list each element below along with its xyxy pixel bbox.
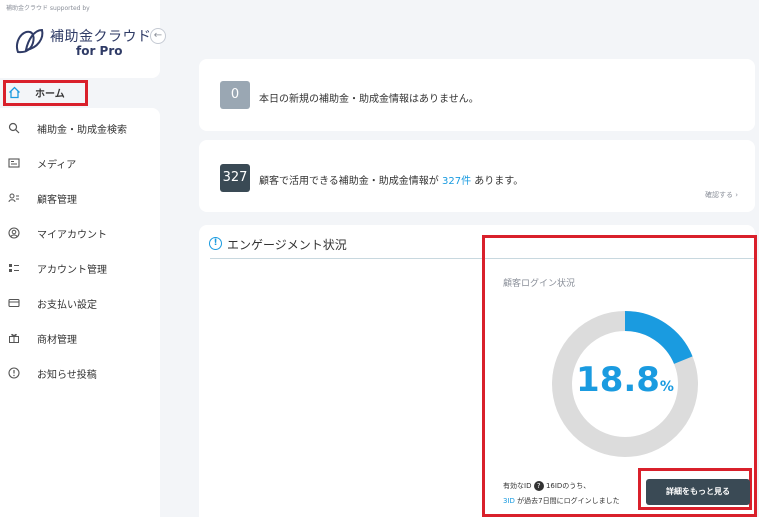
user-circle-icon (7, 226, 21, 240)
usable-info-prefix: 顧客で活用できる補助金・助成金情報が (259, 176, 439, 187)
login-status-title: 顧客ログイン状況 (503, 279, 576, 289)
users-icon (7, 191, 21, 205)
brand-header: 補助金クラウド supported by 補助金クラウド for Pro (0, 0, 160, 78)
brand-subtitle: for Pro (76, 44, 123, 58)
sidebar-item-label: 顧客管理 (37, 194, 77, 206)
login-rate-percent: 18.8% (560, 360, 690, 400)
sidebar-item-label: マイアカウント (37, 229, 107, 241)
credit-card-icon (7, 296, 21, 310)
valid-id-count: 16IDのうち、 (545, 482, 591, 490)
sidebar-item-label: お知らせ投稿 (37, 369, 97, 381)
brand-title: 補助金クラウド (50, 29, 152, 45)
new-info-count-badge: 0 (220, 81, 250, 109)
sidebar-item-products[interactable]: 商材管理 (0, 326, 160, 350)
gift-icon (7, 331, 21, 345)
alert-circle-icon (7, 366, 21, 380)
new-info-message: 本日の新規の補助金・助成金情報はありません。 (259, 94, 479, 105)
sidebar-item-label: 商材管理 (37, 334, 77, 346)
sidebar-item-label: メディア (37, 159, 77, 171)
usable-info-suffix: あります。 (474, 176, 524, 187)
brand-logo-icon[interactable] (12, 24, 46, 58)
info-icon: ! (209, 237, 222, 250)
engagement-title: エンゲージメント状況 (227, 238, 347, 252)
percent-unit: % (659, 379, 674, 395)
usable-info-card: 327 顧客で活用できる補助金・助成金情報が 327件 あります。 確認する › (199, 140, 755, 212)
sidebar-item-announcements[interactable]: お知らせ投稿 (0, 361, 160, 385)
view-details-button[interactable]: 詳細をもっと見る (646, 479, 750, 505)
arrow-left-icon: ← (153, 30, 163, 41)
sidebar-item-customers[interactable]: 顧客管理 (0, 186, 160, 210)
usable-count-link[interactable]: 327件 (442, 176, 471, 187)
sidebar-item-media[interactable]: メディア (0, 151, 160, 175)
newspaper-icon (7, 156, 21, 170)
collapse-sidebar-button[interactable]: ← (150, 28, 166, 44)
help-icon[interactable]: ? (533, 481, 544, 491)
sidebar-item-label: 補助金・助成金検索 (37, 124, 127, 136)
sidebar-item-label: アカウント管理 (37, 264, 107, 276)
sidebar-item-account-management[interactable]: アカウント管理 (0, 256, 160, 280)
logged-in-id-link[interactable]: 3ID (503, 497, 515, 505)
sidebar-menu: 補助金・助成金検索 メディア 顧客管理 マイアカウント アカウント管理 お支払い… (0, 108, 160, 517)
sidebar-item-subsidy-search[interactable]: 補助金・助成金検索 (0, 116, 160, 140)
home-highlight-box (3, 80, 88, 106)
search-icon (7, 121, 21, 135)
percent-value: 18.8 (576, 360, 660, 400)
usable-info-message: 顧客で活用できる補助金・助成金情報が 327件 あります。 (259, 172, 523, 187)
list-icon (7, 261, 21, 275)
valid-id-label: 有効なID (503, 482, 532, 490)
valid-id-stat: 有効なID ? 16IDのうち、 (503, 481, 590, 491)
login-id-stat: 3ID が過去7日間にログインしました (503, 496, 620, 506)
sidebar-item-my-account[interactable]: マイアカウント (0, 221, 160, 245)
sidebar-item-label: お支払い設定 (37, 299, 97, 311)
login-id-text: が過去7日間にログインしました (517, 497, 620, 505)
check-more-link[interactable]: 確認する › (705, 190, 738, 200)
sidebar-item-payment-settings[interactable]: お支払い設定 (0, 291, 160, 315)
sidebar: 補助金クラウド supported by 補助金クラウド for Pro ← ホ… (0, 0, 166, 517)
supported-by-text: 補助金クラウド supported by (6, 5, 90, 12)
new-info-card: 0 本日の新規の補助金・助成金情報はありません。 (199, 59, 755, 131)
usable-count-badge: 327 (220, 164, 250, 192)
